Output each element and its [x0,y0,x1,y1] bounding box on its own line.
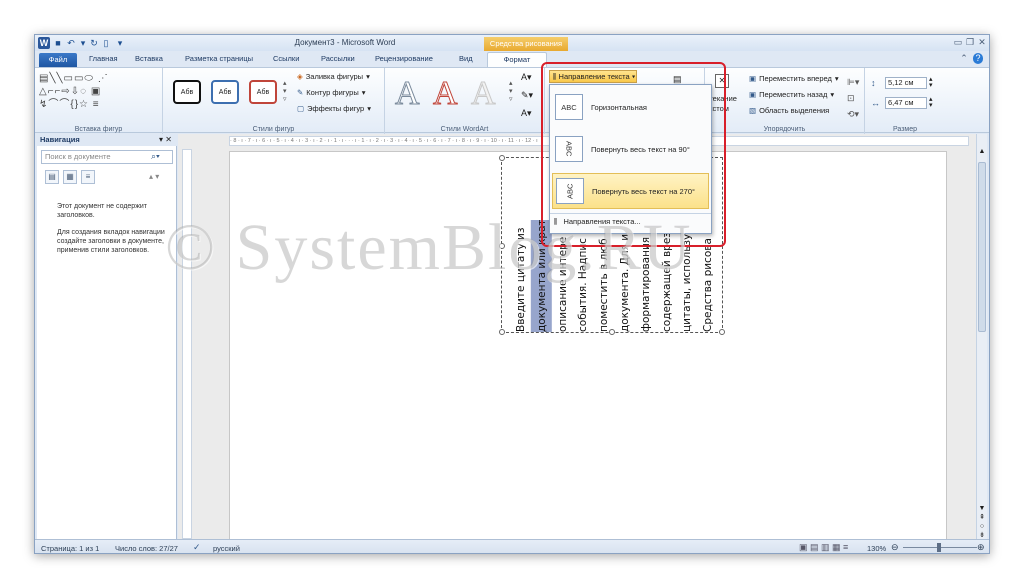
effects-icon: ▢ [297,104,305,113]
zoom-out-icon[interactable]: ⊖ [891,542,899,553]
shapes-gallery[interactable]: ▤╲╲▭▭⬭ ⋰ △⌐⌐⇨⇩◌ ▣ ↯⌒⌒{}☆ ≡ [39,72,135,112]
paint-bucket-icon: ◈ [297,72,303,81]
nav-message-2: Для создания вкладок навигации создайте … [57,229,165,254]
zoom-level[interactable]: 130% [867,544,886,553]
gallery-scroll-icon[interactable]: ▴ ▾ ▿ [283,80,287,104]
scroll-thumb[interactable] [978,162,986,332]
width-input[interactable]: 6,47 см [885,97,927,109]
save-icon[interactable]: ■ [53,37,63,49]
ribbon-tabs: Файл Главная Вставка Разметка страницы С… [35,51,989,67]
text-outline-icon[interactable]: ✎▾ [521,90,533,101]
shape-style-red[interactable]: Абв [249,80,277,104]
proofing-icon[interactable]: ✓ [193,542,201,553]
navigation-pane: Навигация ▾ ✕ Поиск в документе ⌕▾ ▤ ▦ ≡… [37,134,177,539]
width-icon: ↔ [871,98,880,108]
vertical-ruler[interactable] [182,149,192,539]
tab-file[interactable]: Файл [39,53,77,67]
view-buttons-icons[interactable]: ▣ ▤ ▥ ▦ ≡ [799,542,848,553]
tab-mailings[interactable]: Рассылки [321,54,355,63]
shape-style-blue[interactable]: Абв [211,80,239,104]
nav-close-icon[interactable]: ▾ ✕ [159,135,172,144]
title-bar: W ■ ↶ ▾ ↻ ▯ ▾ Документ3 - Microsoft Word… [35,35,989,51]
gallery-scroll-icon[interactable]: ▴ ▾ ▿ [509,80,513,104]
wordart-style-3[interactable]: A [471,75,497,112]
shape-fill-button[interactable]: ◈ Заливка фигуры ▾ [297,72,370,81]
group-size: ↕ 5,12 см ▴ ▾ ↔ 6,47 см ▴ ▾ Размер [865,68,945,134]
zoom-in-icon[interactable]: ⊕ [977,542,985,553]
page-count[interactable]: Страница: 1 из 1 [41,544,99,553]
pencil-icon: ✎ [297,88,304,97]
selection-pane-icon: ▧ [749,106,757,115]
nav-message: Этот документ не содержит заголовков. Дл… [57,202,167,255]
status-bar: Страница: 1 из 1 Число слов: 27/27 ✓ рус… [35,539,989,553]
nav-title: Навигация [37,134,177,146]
tab-references[interactable]: Ссылки [273,54,299,63]
tab-format[interactable]: Формат [487,52,547,67]
redo-icon[interactable]: ↻ [89,37,99,49]
tab-review[interactable]: Рецензирование [375,54,433,63]
send-backward-icon: ▣ [749,90,757,99]
wordart-style-1[interactable]: A [395,75,421,112]
nav-message-1: Этот документ не содержит заголовков. [57,203,148,219]
send-backward-button[interactable]: ▣ Переместить назад ▾ [749,90,834,99]
tab-home[interactable]: Главная [89,54,118,63]
search-icon[interactable]: ⌕▾ [151,151,160,162]
undo-icon[interactable]: ↶ [65,37,77,49]
align-group-rotate-icons[interactable]: ⊫▾ ⊡ ⟲▾ [847,74,859,122]
selection-pane-button[interactable]: ▧ Область выделения [749,106,829,115]
shape-style-black[interactable]: Абв [173,80,201,104]
new-doc-icon[interactable]: ▯ [101,37,111,49]
nav-arrows-icon[interactable]: ▴ ▾ [149,172,159,181]
wordart-style-2[interactable]: A [433,75,459,112]
window-title: Документ3 - Microsoft Word [294,38,396,47]
close-button[interactable]: ✕ [977,37,987,48]
word-icon[interactable]: W [38,37,50,49]
group-arrange: ✕ бтекание екстом ▣ Переместить вперед ▾ ▣… [705,68,865,134]
customize-qat-icon[interactable]: ▾ [115,37,125,49]
scroll-down-icons[interactable]: ▼ ⇞ ○ ⇟ [978,504,986,540]
resize-handle[interactable] [499,329,505,335]
group-shape-styles: Абв Абв Абв ▴ ▾ ▿ ◈ Заливка фигуры ▾ ✎ Контур… [163,68,385,134]
scroll-up-icon[interactable]: ▲ [978,148,986,158]
group-label: Упорядочить [763,126,806,133]
nav-headings-tab-icon[interactable]: ▤ [45,170,59,184]
language[interactable]: русский [213,544,240,553]
group-insert-shapes: ▤╲╲▭▭⬭ ⋰ △⌐⌐⇨⇩◌ ▣ ↯⌒⌒{}☆ ≡ Вставка фигур [35,68,163,134]
group-label: Стили WordArt [440,126,489,133]
bring-forward-button[interactable]: ▣ Переместить вперед ▾ [749,74,839,83]
word-window: W ■ ↶ ▾ ↻ ▯ ▾ Документ3 - Microsoft Word… [34,34,990,554]
height-spinner[interactable]: ▴ ▾ [929,76,933,89]
resize-handle[interactable] [719,329,725,335]
group-label: Вставка фигур [74,126,123,133]
tab-insert[interactable]: Вставка [135,54,163,63]
shape-effects-button[interactable]: ▢ Эффекты фигур ▾ [297,104,371,113]
text-fill-icon[interactable]: A▾ [521,72,532,83]
height-input[interactable]: 5,12 см [885,77,927,89]
group-wordart-styles: A A A ▴ ▾ ▿ A▾ ✎▾ A▾ Стили WordArt [385,68,545,134]
shape-outline-button[interactable]: ✎ Контур фигуры ▾ [297,88,366,97]
ribbon: ▤╲╲▭▭⬭ ⋰ △⌐⌐⇨⇩◌ ▣ ↯⌒⌒{}☆ ≡ Вставка фигур… [35,67,989,134]
resize-handle[interactable] [499,155,505,161]
minimize-ribbon-icon[interactable]: ⌃ [959,53,969,64]
restore-button[interactable]: ❐ [965,37,975,48]
height-icon: ↕ [871,78,876,88]
watermark: © SystemBlog.RU [165,211,693,284]
minimize-button[interactable]: ▭ [953,37,963,48]
text-effects-icon[interactable]: A▾ [521,108,532,119]
tab-page-layout[interactable]: Разметка страницы [185,54,253,63]
bring-forward-icon: ▣ [749,74,757,83]
help-icon[interactable]: ? [973,53,983,64]
word-count[interactable]: Число слов: 27/27 [115,544,178,553]
group-label: Стили фигур [252,126,295,133]
zoom-slider-thumb[interactable] [937,543,941,552]
vertical-scrollbar[interactable]: ▲ ▼ ⇞ ○ ⇟ [976,134,987,539]
nav-results-tab-icon[interactable]: ≡ [81,170,95,184]
width-spinner[interactable]: ▴ ▾ [929,96,933,109]
group-label: Размер [892,126,918,133]
context-tools-title: Средства рисования [484,37,568,51]
nav-pages-tab-icon[interactable]: ▦ [63,170,77,184]
undo-dropdown-icon[interactable]: ▾ [79,37,87,49]
tab-view[interactable]: Вид [459,54,473,63]
